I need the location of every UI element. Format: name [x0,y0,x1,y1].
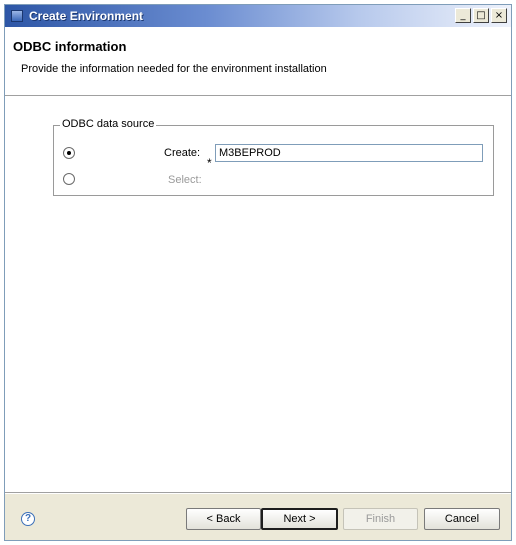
help-icon[interactable]: ? [21,512,35,526]
back-button[interactable]: < Back [186,508,261,530]
create-data-source-input[interactable]: M3BEPROD [215,144,483,162]
page-title: ODBC information [13,39,127,54]
wizard-header: ODBC information Provide the information… [5,27,511,95]
next-button[interactable]: Next > [261,508,338,530]
cancel-button[interactable]: Cancel [424,508,500,530]
create-label: Create: [164,147,201,159]
page-description: Provide the information needed for the e… [21,63,327,75]
finish-button: Finish [343,508,418,530]
create-environment-dialog: Create Environment _ □ × ODBC informatio… [4,4,512,541]
app-window-icon [11,10,23,22]
wizard-footer: ? < Back Next > Finish Cancel [5,494,511,540]
maximize-button[interactable]: □ [473,8,489,23]
wizard-content: ODBC data source Create: * M3BEPROD Sele… [5,97,511,492]
minimize-button[interactable]: _ [455,8,471,23]
select-radio[interactable] [63,173,75,185]
group-legend: ODBC data source [60,118,157,130]
close-button[interactable]: × [491,8,507,23]
required-marker: * [207,156,212,170]
title-bar[interactable]: Create Environment _ □ × [5,5,511,27]
window-controls: _ □ × [455,8,507,23]
window-title: Create Environment [29,9,144,23]
select-label: Select: [168,174,202,186]
create-radio[interactable] [63,147,75,159]
odbc-data-source-group: ODBC data source Create: * M3BEPROD Sele… [53,118,494,196]
